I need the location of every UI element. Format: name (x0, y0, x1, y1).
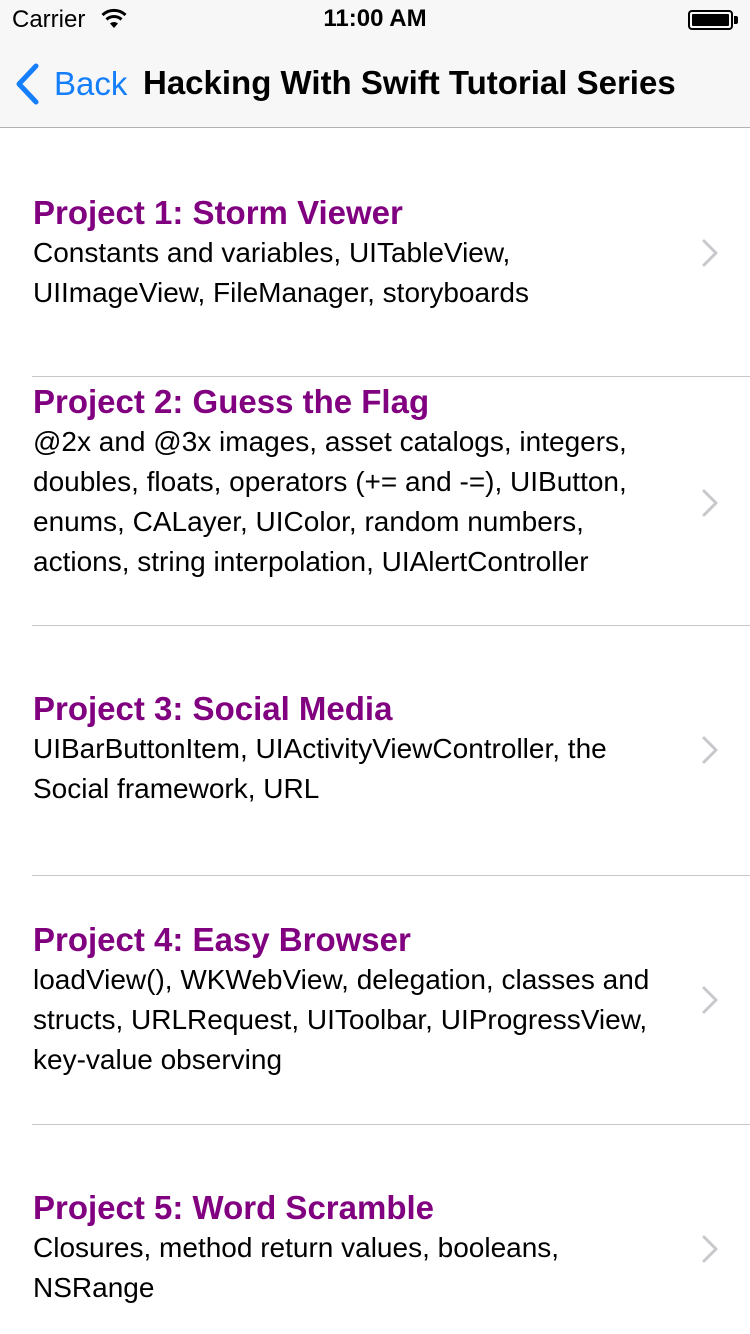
chevron-right-icon (702, 239, 718, 267)
chevron-right-icon (702, 736, 718, 764)
table-row[interactable]: Project 4: Easy Browser loadView(), WKWe… (0, 876, 750, 1124)
screen: Carrier 11:00 AM Back Hacking With Swift… (0, 0, 750, 1334)
project-title: Project 2: Guess the Flag (33, 383, 430, 420)
status-bar: Carrier 11:00 AM (0, 0, 750, 40)
project-subtitle: Constants and variables, UITableView, UI… (33, 237, 529, 308)
status-time: 11:00 AM (323, 5, 427, 32)
table-row[interactable]: Project 1: Storm Viewer Constants and va… (0, 129, 750, 376)
project-title: Project 5: Word Scramble (33, 1189, 435, 1226)
navigation-bar: Back Hacking With Swift Tutorial Series (0, 40, 750, 128)
project-title: Project 1: Storm Viewer (33, 194, 403, 231)
chevron-right-icon (702, 986, 718, 1014)
table-row[interactable]: Project 5: Word Scramble Closures, metho… (0, 1125, 750, 1334)
project-subtitle: UIBarButtonItem, UIActivityViewControlle… (33, 733, 607, 804)
battery-icon (688, 10, 738, 30)
back-button[interactable]: Back (14, 62, 127, 106)
back-label: Back (54, 65, 128, 102)
project-subtitle: loadView(), WKWebView, delegation, class… (33, 964, 650, 1075)
table-row[interactable]: Project 2: Guess the Flag @2x and @3x im… (0, 377, 750, 625)
project-subtitle: Closures, method return values, booleans… (33, 1232, 560, 1303)
page-title: Hacking With Swift Tutorial Series (143, 64, 676, 101)
project-title: Project 3: Social Media (33, 690, 393, 727)
project-title: Project 4: Easy Browser (33, 921, 411, 958)
chevron-right-icon (702, 489, 718, 517)
table-row[interactable]: Project 3: Social Media UIBarButtonItem,… (0, 626, 750, 875)
chevron-left-icon (16, 63, 39, 105)
chevron-right-icon (702, 1235, 718, 1263)
project-subtitle: @2x and @3x images, asset catalogs, inte… (33, 426, 627, 577)
